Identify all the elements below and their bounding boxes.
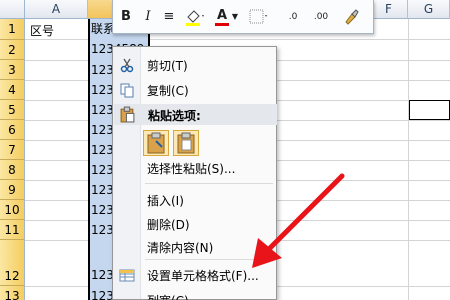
cell-b10[interactable]: 123 <box>91 203 114 217</box>
row-header-label: 11 <box>4 223 20 237</box>
decrease-decimal-button[interactable]: .00 <box>309 8 333 26</box>
italic-button[interactable]: I <box>141 8 155 26</box>
row-header-4[interactable]: 4 <box>0 80 25 100</box>
menu-item-label: 插入(I) <box>147 194 184 208</box>
chevron-down-icon[interactable]: ▼ <box>231 8 239 26</box>
scissors-icon <box>120 58 134 73</box>
cell-b12[interactable]: 123 <box>91 268 114 282</box>
paste-options-label: 粘贴选项: <box>148 109 201 123</box>
menu-item-copy[interactable]: 复制(C) <box>113 78 276 102</box>
fill-color-button[interactable] <box>185 8 207 26</box>
column-header-label: G <box>423 2 434 16</box>
menu-item-label: 删除(D) <box>147 218 190 232</box>
increase-decimal-button[interactable]: .0 <box>283 8 303 26</box>
paste-values-icon <box>177 132 195 154</box>
row-header-label: 8 <box>8 163 16 177</box>
paint-bucket-icon <box>186 10 204 26</box>
row-header-8[interactable]: 8 <box>0 160 25 180</box>
borders-icon <box>249 9 267 24</box>
brush-icon <box>345 9 359 25</box>
row-header-6[interactable]: 6 <box>0 120 25 140</box>
menu-separator <box>145 183 273 184</box>
cell-b4[interactable]: 123 <box>91 83 114 97</box>
row-header-13[interactable]: 13 <box>0 286 25 300</box>
menu-item-format-cells[interactable]: 设置单元格格式(F)... <box>113 263 276 287</box>
menu-separator <box>145 259 273 260</box>
column-header-a[interactable]: A <box>25 0 88 19</box>
context-menu: 剪切(T) 复制(C) 粘贴选项: 选择性粘贴(S)... 插入(I) 删除(D… <box>112 46 277 300</box>
bold-button[interactable]: B <box>119 8 133 26</box>
row-header-label: 5 <box>8 103 16 117</box>
row-header-5[interactable]: 5 <box>0 100 25 120</box>
paste-icon <box>147 132 165 154</box>
row-header-9[interactable]: 9 <box>0 180 25 200</box>
row-header-label: 4 <box>8 83 16 97</box>
center-align-button[interactable]: ≡ <box>161 8 177 26</box>
cell-a1[interactable]: 区号 <box>30 22 54 39</box>
paste-options-header: 粘贴选项: <box>114 104 277 125</box>
row-header-label: 6 <box>8 123 16 137</box>
menu-item-label: 清除内容(N) <box>147 241 214 255</box>
row-header-label: 9 <box>8 183 16 197</box>
row-header-label: 3 <box>8 63 16 77</box>
row-header-7[interactable]: 7 <box>0 140 25 160</box>
borders-button[interactable] <box>248 8 270 26</box>
clipboard-icon <box>120 106 135 123</box>
active-cell-outline[interactable] <box>409 100 450 120</box>
column-header-label: A <box>51 2 61 16</box>
menu-item-delete[interactable]: 删除(D) <box>113 212 276 236</box>
row-header-label: 7 <box>8 143 16 157</box>
paste-button[interactable] <box>143 130 169 156</box>
format-cells-icon <box>119 269 135 282</box>
row-header-3[interactable]: 3 <box>0 60 25 80</box>
row-header-label: 2 <box>8 43 16 57</box>
menu-item-cut[interactable]: 剪切(T) <box>113 53 276 77</box>
cell-b13[interactable]: 123 <box>91 289 114 300</box>
row-header-label: 12 <box>4 269 20 283</box>
menu-item-insert[interactable]: 插入(I) <box>113 188 276 212</box>
row-header-label: 10 <box>4 203 20 217</box>
select-all-corner[interactable] <box>0 0 25 19</box>
menu-item-clear-contents[interactable]: 清除内容(N) <box>113 235 276 259</box>
cell-b6[interactable]: 123 <box>91 123 114 137</box>
menu-item-label: 复制(C) <box>147 84 189 98</box>
cell-b5[interactable]: 123 <box>91 103 114 117</box>
column-header-f[interactable]: F <box>370 0 408 19</box>
menu-item-paste-special[interactable]: 选择性粘贴(S)... <box>113 156 276 180</box>
column-header-g[interactable]: G <box>408 0 450 19</box>
mini-toolbar: B I ≡ A ▼ .0 .00 <box>112 0 374 34</box>
row-header-11[interactable]: 11 <box>0 220 25 240</box>
row-header-label: 13 <box>4 289 20 300</box>
cell-b9[interactable]: 123 <box>91 183 114 197</box>
menu-item-label: 列宽(C)... <box>147 292 200 300</box>
column-header-label: F <box>385 2 392 16</box>
font-color-button[interactable]: A <box>215 8 229 26</box>
row-header-12[interactable]: 12 <box>0 240 25 286</box>
paste-values-button[interactable] <box>173 130 199 156</box>
row-header-10[interactable]: 10 <box>0 200 25 220</box>
row-header-2[interactable]: 2 <box>0 40 25 60</box>
menu-item-label: 选择性粘贴(S)... <box>147 162 236 176</box>
row-header-label: 1 <box>8 22 16 36</box>
row-header-1[interactable]: 1 <box>0 19 25 40</box>
menu-item-label: 设置单元格格式(F)... <box>147 269 259 283</box>
cell-b8[interactable]: 123 <box>91 163 114 177</box>
menu-item-column-width[interactable]: 列宽(C)... <box>113 288 276 300</box>
format-painter-button[interactable] <box>341 8 361 26</box>
cell-b11[interactable]: 123 <box>91 223 114 237</box>
cell-b7[interactable]: 123 <box>91 143 114 157</box>
cell-b3[interactable]: 123 <box>91 63 114 77</box>
copy-icon <box>120 83 134 98</box>
menu-item-label: 剪切(T) <box>147 59 188 73</box>
